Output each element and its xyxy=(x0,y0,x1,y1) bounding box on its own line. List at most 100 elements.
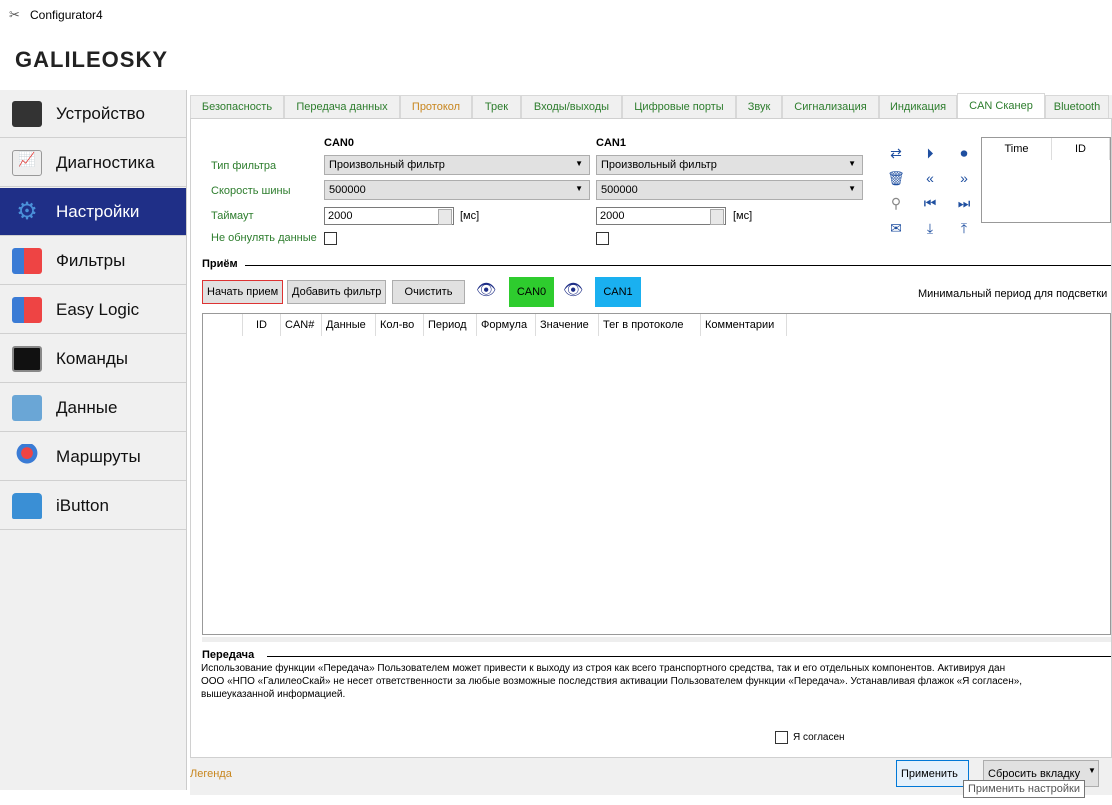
table-header-count[interactable]: Кол-во xyxy=(376,314,424,336)
device-icon xyxy=(12,100,42,127)
tab-can-scanner[interactable]: CAN Сканер xyxy=(957,93,1045,118)
receive-section-title: Приём xyxy=(202,258,238,270)
tab-io[interactable]: Входы/выходы xyxy=(521,95,622,118)
agree-checkbox[interactable] xyxy=(775,731,788,744)
filters-icon xyxy=(12,247,42,274)
logo: GALILEOSKY xyxy=(15,47,169,72)
sidebar: Устройство 📈 Диагностика ⚙ Настройки Фильт… xyxy=(0,90,187,790)
map-pin-icon xyxy=(12,443,42,470)
can1-color-badge: CAN1 xyxy=(595,277,641,307)
sidebar-item-data[interactable]: Данные xyxy=(0,384,186,432)
table-header-id[interactable]: ID xyxy=(243,314,281,336)
sidebar-item-label: Данные xyxy=(56,397,118,417)
tab-track[interactable]: Трек xyxy=(472,95,521,118)
receive-divider xyxy=(245,265,1111,266)
title-bar: ✂ Configurator4 xyxy=(0,0,1112,30)
log-header-time: Time xyxy=(982,138,1052,160)
log-table: Time ID xyxy=(981,137,1111,223)
chevron-down-icon[interactable]: ▼ xyxy=(1088,766,1096,775)
play-icon[interactable]: ⏵ xyxy=(921,144,939,162)
tab-alarm[interactable]: Сигнализация xyxy=(782,95,879,118)
timeout-label: Таймаут xyxy=(211,210,254,222)
export-icon[interactable]: ⤒ xyxy=(955,219,973,237)
table-header-can[interactable]: CAN# xyxy=(281,314,322,336)
eye-icon-can0[interactable]: 👁 xyxy=(476,280,496,300)
lock-icon xyxy=(12,492,42,519)
gear-icon: ⚙ xyxy=(16,197,38,225)
record-icon[interactable]: ⏺ xyxy=(955,144,973,162)
sidebar-item-ibutton[interactable]: iButton xyxy=(0,482,186,530)
skip-end-icon[interactable]: ⏭ xyxy=(955,194,973,212)
can1-header: CAN1 xyxy=(596,137,626,149)
log-header-id: ID xyxy=(1052,138,1110,160)
sidebar-item-routes[interactable]: Маршруты xyxy=(0,433,186,481)
main-panel: Безопасность Передача данных Протокол Тр… xyxy=(190,93,1112,798)
data-disk-icon xyxy=(12,394,42,421)
can0-header: CAN0 xyxy=(324,137,354,149)
transmit-warning-text: Использование функции «Передача» Пользов… xyxy=(201,662,1106,701)
apply-button[interactable]: Применить xyxy=(896,760,969,787)
can0-bus-speed-select[interactable]: 500000 xyxy=(324,180,590,200)
min-period-label: Минимальный период для подсветки xyxy=(918,288,1108,300)
sidebar-item-device[interactable]: Устройство xyxy=(0,90,186,138)
import-icon[interactable]: ⤓ xyxy=(921,219,939,237)
sidebar-item-label: Маршруты xyxy=(56,446,141,466)
tab-data-transfer[interactable]: Передача данных xyxy=(284,95,400,118)
clear-button[interactable]: Очистить xyxy=(392,280,465,304)
sidebar-item-label: Настройки xyxy=(56,201,140,221)
horizontal-scrollbar[interactable] xyxy=(202,637,1111,642)
transmit-section-title: Передача xyxy=(202,649,255,661)
tab-sound[interactable]: Звук xyxy=(736,95,782,118)
can1-filter-type-select[interactable]: Произвольный фильтр xyxy=(596,155,863,175)
send-message-icon[interactable]: ✉ xyxy=(887,219,905,237)
sidebar-item-label: iButton xyxy=(56,495,109,515)
trash-icon[interactable]: 🗑 xyxy=(887,169,905,187)
can0-filter-type-select[interactable]: Произвольный фильтр xyxy=(324,155,590,175)
diagnostics-chart-icon: 📈 xyxy=(12,149,42,176)
table-header-formula[interactable]: Формула xyxy=(477,314,536,336)
can0-timeout-spinbox[interactable]: 2000 xyxy=(324,207,454,225)
can1-no-reset-checkbox[interactable] xyxy=(596,232,609,245)
add-filter-button[interactable]: Добавить фильтр xyxy=(287,280,387,304)
tab-protocol[interactable]: Протокол xyxy=(400,95,472,118)
rewind-icon[interactable]: « xyxy=(921,169,939,187)
warning-line: Использование функции «Передача» Пользов… xyxy=(201,663,1006,674)
tools-icon: ✂ xyxy=(9,7,20,22)
warning-line: вышеуказанной информацией. xyxy=(201,689,346,700)
refresh-icon[interactable]: ⇄ xyxy=(887,144,905,162)
can1-timeout-unit: [мс] xyxy=(733,210,753,222)
tab-indication[interactable]: Индикация xyxy=(879,95,957,118)
eye-icon-can1[interactable]: 👁 xyxy=(563,280,583,300)
tab-bluetooth[interactable]: Bluetooth xyxy=(1045,95,1109,118)
table-header-comments[interactable]: Комментарии xyxy=(701,314,787,336)
tab-digital-ports[interactable]: Цифровые порты xyxy=(622,95,736,118)
agree-label: Я согласен xyxy=(793,732,845,743)
start-receive-button[interactable]: Начать прием xyxy=(202,280,284,304)
fast-forward-icon[interactable]: » xyxy=(955,169,973,187)
table-header-data[interactable]: Данные xyxy=(322,314,376,336)
sidebar-item-filters[interactable]: Фильтры xyxy=(0,237,186,285)
tab-security[interactable]: Безопасность xyxy=(190,95,284,118)
easy-logic-icon xyxy=(12,296,42,323)
can1-bus-speed-select[interactable]: 500000 xyxy=(596,180,863,200)
sidebar-item-easy-logic[interactable]: Easy Logic xyxy=(0,286,186,334)
legend-link[interactable]: Легенда xyxy=(190,768,232,780)
can1-timeout-spinbox[interactable]: 2000 xyxy=(596,207,726,225)
warning-line: ООО «НПО «ГалилеоСкай» не несет ответств… xyxy=(201,676,1023,687)
sidebar-item-diagnostics[interactable]: 📈 Диагностика xyxy=(0,139,186,187)
can0-timeout-unit: [мс] xyxy=(460,210,480,222)
sidebar-item-settings[interactable]: ⚙ Настройки xyxy=(0,188,186,236)
sidebar-item-label: Устройство xyxy=(56,103,145,123)
sidebar-item-label: Диагностика xyxy=(56,152,155,172)
table-header-period[interactable]: Период xyxy=(424,314,477,336)
can0-no-reset-checkbox[interactable] xyxy=(324,232,337,245)
receive-table: ID CAN# Данные Кол-во Период Формула Зна… xyxy=(202,313,1111,635)
can-scanner-content: CAN0 CAN1 Тип фильтра Скорость шины Тайм… xyxy=(190,118,1112,758)
skip-start-icon[interactable]: ⏮ xyxy=(921,194,939,212)
can0-color-badge: CAN0 xyxy=(509,277,554,307)
table-header-protocol-tag[interactable]: Тег в протоколе xyxy=(599,314,701,336)
sidebar-item-commands[interactable]: Команды xyxy=(0,335,186,383)
filter-add-icon[interactable]: ⚲ xyxy=(887,194,905,212)
table-header-value[interactable]: Значение xyxy=(536,314,599,336)
bus-speed-label: Скорость шины xyxy=(211,185,291,197)
